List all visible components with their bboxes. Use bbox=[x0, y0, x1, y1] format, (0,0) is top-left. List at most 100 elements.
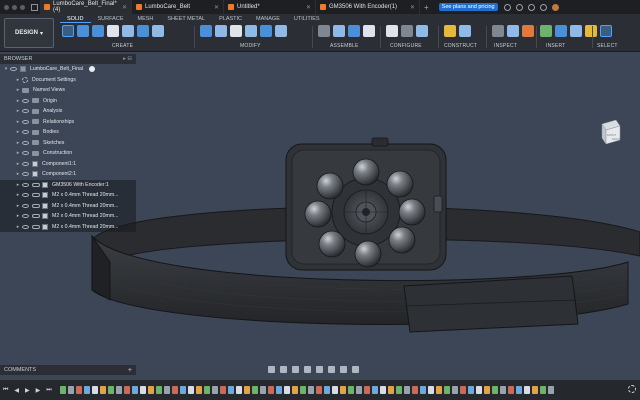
timeline-feature-icon[interactable] bbox=[203, 386, 210, 394]
expand-arrow-icon[interactable]: ▸ bbox=[14, 140, 22, 146]
timeline-feature-icon[interactable] bbox=[323, 386, 330, 394]
data-panel-icon[interactable] bbox=[31, 3, 38, 11]
timeline-feature-icon[interactable] bbox=[467, 386, 474, 394]
visibility-eye-icon[interactable] bbox=[22, 109, 29, 114]
create-sketch-icon[interactable] bbox=[77, 25, 89, 37]
tab-manage[interactable]: MANAGE bbox=[249, 15, 287, 23]
tree-item[interactable]: ▸ Construction bbox=[0, 148, 136, 159]
tree-item[interactable]: ▸ M2 x 0.4mm Thread 20mm... bbox=[0, 221, 136, 232]
combine-icon[interactable] bbox=[260, 25, 272, 37]
timeline-feature-icon[interactable] bbox=[59, 386, 66, 394]
visibility-eye-icon[interactable] bbox=[10, 67, 17, 72]
play-icon[interactable]: ▶ bbox=[25, 387, 30, 394]
timeline-feature-icon[interactable] bbox=[443, 386, 450, 394]
measure-icon[interactable] bbox=[492, 25, 504, 37]
expand-arrow-icon[interactable]: ▸ bbox=[14, 203, 22, 209]
timeline-feature-icon[interactable] bbox=[115, 386, 122, 394]
expand-arrow-icon[interactable]: ▾ bbox=[2, 66, 10, 72]
timeline-feature-icon[interactable] bbox=[539, 386, 546, 394]
press-pull-icon[interactable] bbox=[200, 25, 212, 37]
tree-item[interactable]: ▸ GM3506 With Encoder:1 bbox=[0, 179, 136, 190]
expand-arrow-icon[interactable]: ▸ bbox=[14, 129, 22, 135]
group-label-insert[interactable]: INSERT bbox=[546, 43, 565, 49]
tree-item[interactable]: ▸ M2 x 0.4mm Thread 20mm... bbox=[0, 200, 136, 211]
timeline-feature-icon[interactable] bbox=[291, 386, 298, 394]
configuration-icon[interactable] bbox=[416, 25, 428, 37]
group-label-inspect[interactable]: INSPECT bbox=[494, 43, 517, 49]
timeline-feature-icon[interactable] bbox=[299, 386, 306, 394]
avatar[interactable] bbox=[551, 3, 559, 11]
close-tab-icon[interactable]: ✕ bbox=[214, 4, 219, 11]
close-tab-icon[interactable]: ✕ bbox=[122, 4, 127, 11]
visibility-eye-icon[interactable] bbox=[22, 151, 29, 156]
timeline-feature-icon[interactable] bbox=[283, 386, 290, 394]
configure-table-icon[interactable] bbox=[386, 25, 398, 37]
tab-solid[interactable]: SOLID bbox=[60, 15, 91, 23]
close-tab-icon[interactable]: ✕ bbox=[306, 4, 311, 11]
expand-arrow-icon[interactable]: ▸ bbox=[14, 171, 22, 177]
new-component-assemble-icon[interactable] bbox=[318, 25, 330, 37]
comments-panel[interactable]: COMMENTS + bbox=[0, 365, 136, 375]
tab-mesh[interactable]: MESH bbox=[131, 15, 161, 23]
chamfer-icon[interactable] bbox=[230, 25, 242, 37]
timeline-feature-icon[interactable] bbox=[483, 386, 490, 394]
fillet-icon[interactable] bbox=[215, 25, 227, 37]
tree-item[interactable]: ▸ M2 x 0.4mm Thread 20mm... bbox=[0, 211, 136, 222]
timeline-feature-icon[interactable] bbox=[379, 386, 386, 394]
orbit-icon[interactable] bbox=[268, 365, 275, 373]
timeline-feature-icon[interactable] bbox=[187, 386, 194, 394]
timeline-feature-icon[interactable] bbox=[235, 386, 242, 394]
tree-item[interactable]: ▸ Sketches bbox=[0, 138, 136, 149]
go-to-end-icon[interactable]: ⏭ bbox=[46, 387, 51, 394]
zoom-icon[interactable] bbox=[304, 365, 311, 373]
visibility-eye-icon[interactable] bbox=[22, 98, 29, 103]
expand-arrow-icon[interactable]: ▸ bbox=[14, 192, 22, 198]
group-label-select[interactable]: SELECT bbox=[597, 43, 618, 49]
timeline-feature-icon[interactable] bbox=[403, 386, 410, 394]
timeline-feature-icon[interactable] bbox=[171, 386, 178, 394]
look-at-icon[interactable] bbox=[280, 365, 287, 373]
expand-arrow-icon[interactable]: ▸ bbox=[14, 182, 22, 188]
tree-item[interactable]: ▸ Relationships bbox=[0, 117, 136, 128]
timeline-feature-icon[interactable] bbox=[395, 386, 402, 394]
expand-arrow-icon[interactable]: ▸ bbox=[14, 213, 22, 219]
settings-icon[interactable] bbox=[628, 385, 636, 393]
section-analysis-icon[interactable] bbox=[522, 25, 534, 37]
notifications-icon[interactable] bbox=[527, 3, 535, 11]
window-controls[interactable] bbox=[0, 4, 29, 10]
group-label-assemble[interactable]: ASSEMBLE bbox=[330, 43, 359, 49]
group-label-configure[interactable]: CONFIGURE bbox=[390, 43, 422, 49]
new-tab-button[interactable]: + bbox=[424, 3, 429, 12]
interference-icon[interactable] bbox=[507, 25, 519, 37]
expand-arrow-icon[interactable]: ▸ bbox=[14, 98, 22, 104]
timeline-feature-icon[interactable] bbox=[531, 386, 538, 394]
timeline-feature-icon[interactable] bbox=[419, 386, 426, 394]
visibility-eye-icon[interactable] bbox=[22, 182, 29, 187]
timeline-feature-icon[interactable] bbox=[259, 386, 266, 394]
visibility-eye-icon[interactable] bbox=[22, 130, 29, 135]
plans-pricing-button[interactable]: See plans and pricing bbox=[438, 3, 498, 11]
step-back-icon[interactable]: ◀ bbox=[14, 387, 19, 394]
timeline-feature-icon[interactable] bbox=[147, 386, 154, 394]
expand-arrow-icon[interactable]: ▸ bbox=[14, 161, 22, 167]
as-built-joint-icon[interactable] bbox=[348, 25, 360, 37]
activate-radio-icon[interactable] bbox=[89, 66, 96, 73]
visibility-eye-icon[interactable] bbox=[22, 161, 29, 166]
timeline-feature-icon[interactable] bbox=[251, 386, 258, 394]
timeline-feature-icon[interactable] bbox=[355, 386, 362, 394]
joint-icon[interactable] bbox=[333, 25, 345, 37]
timeline-feature-icon[interactable] bbox=[91, 386, 98, 394]
offset-plane-icon[interactable] bbox=[444, 25, 456, 37]
timeline-feature-icon[interactable] bbox=[219, 386, 226, 394]
timeline-feature-icon[interactable] bbox=[75, 386, 82, 394]
timeline-feature-icon[interactable] bbox=[179, 386, 186, 394]
help-icon[interactable] bbox=[539, 3, 547, 11]
group-label-construct[interactable]: CONSTRUCT bbox=[444, 43, 477, 49]
visibility-eye-icon[interactable] bbox=[22, 214, 29, 219]
tree-item[interactable]: ▸ Component1:1 bbox=[0, 159, 136, 170]
minimize-window-icon[interactable] bbox=[12, 4, 17, 10]
maximize-window-icon[interactable] bbox=[20, 4, 25, 10]
go-to-start-icon[interactable]: ⏮ bbox=[3, 387, 8, 394]
insert-mcmaster-icon[interactable] bbox=[585, 25, 597, 37]
timeline-feature-icon[interactable] bbox=[107, 386, 114, 394]
